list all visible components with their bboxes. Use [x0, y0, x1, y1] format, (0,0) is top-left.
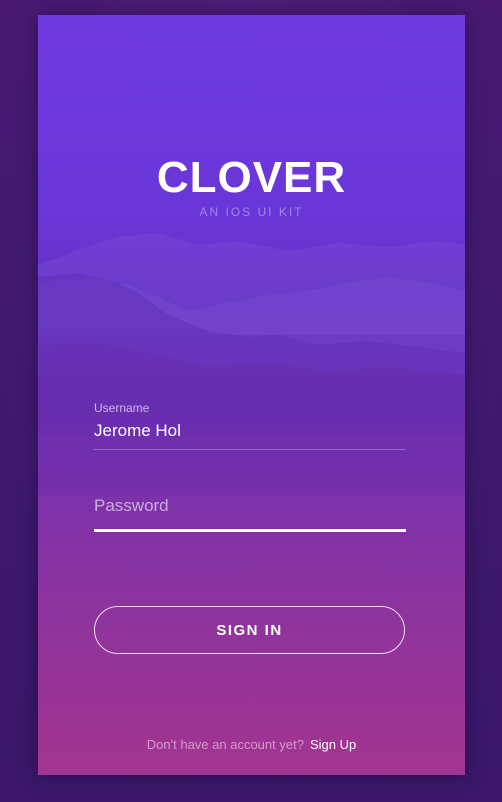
login-screen: CLOVER AN IOS UI KIT Username Jerome Hol… [38, 15, 465, 775]
password-underline-focused [94, 529, 406, 532]
password-input[interactable]: Password [94, 496, 406, 518]
sign-in-button[interactable]: SIGN IN [94, 606, 405, 654]
mountain-background-image [38, 233, 465, 495]
password-field[interactable]: Password [94, 496, 406, 532]
sign-up-link[interactable]: Sign Up [310, 737, 356, 752]
app-logo-title: CLOVER [156, 153, 347, 202]
username-field[interactable]: Username Jerome Hol [94, 401, 406, 450]
signup-prompt-text: Don't have an account yet? [146, 737, 304, 752]
app-tagline: AN IOS UI KIT [199, 205, 304, 219]
username-label: Username [94, 401, 150, 415]
signup-prompt: Don't have an account yet? Sign Up [38, 737, 465, 752]
username-input[interactable]: Jerome Hol [94, 421, 406, 443]
username-underline [94, 449, 406, 450]
